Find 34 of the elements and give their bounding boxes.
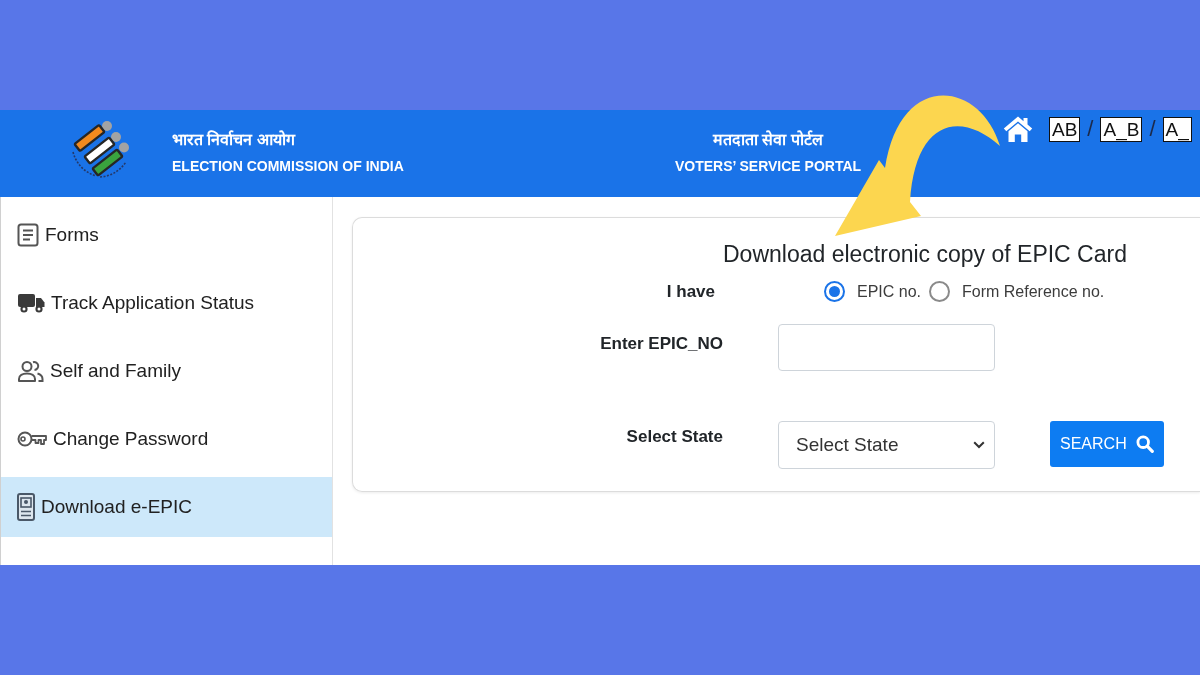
people-icon <box>17 360 44 382</box>
sidebar-item[interactable]: Forms <box>1 205 332 265</box>
form-title: Download electronic copy of EPIC Card <box>723 241 1127 267</box>
radio-label: EPIC no. <box>857 282 922 301</box>
home-icon[interactable] <box>1003 115 1033 143</box>
field-label: Select State <box>626 427 723 447</box>
text-size-button[interactable]: AB <box>1049 116 1081 142</box>
radio-button[interactable] <box>824 281 845 302</box>
field-label: I have <box>666 281 715 302</box>
separator-text: / <box>1149 117 1156 141</box>
text-size-button[interactable]: A_ <box>1162 116 1192 142</box>
text-size-button[interactable]: A_B <box>1100 116 1143 142</box>
field-label: Enter EPIC_NO <box>600 334 723 354</box>
epic-number-input[interactable] <box>778 324 995 371</box>
logo-icon <box>70 118 130 180</box>
truck-icon <box>17 292 45 314</box>
portal-name-hindi: मतदाता सेवा पोर्टल <box>713 130 823 150</box>
document-icon <box>17 223 39 247</box>
portal-name: VOTERS’ SERVICE PORTAL <box>674 158 862 174</box>
separator-text: / <box>1087 117 1094 141</box>
org-name: ELECTION COMMISSION OF INDIA <box>172 158 404 174</box>
sidebar-item[interactable]: Self and Family <box>1 341 332 401</box>
radio-label: Form Reference no. <box>962 282 1105 301</box>
org-name-hindi: भारत निर्वाचन आयोग <box>172 130 295 150</box>
search-icon <box>1135 435 1154 453</box>
search-button[interactable]: SEARCH <box>1050 421 1164 467</box>
radio-button[interactable] <box>929 281 951 302</box>
id-card-icon <box>17 493 35 521</box>
sidebar-item[interactable]: Track Application Status <box>1 273 332 333</box>
sidebar-item[interactable]: Download e-EPIC <box>1 477 332 537</box>
state-select[interactable]: Select State <box>778 421 995 469</box>
chevron-down-icon <box>973 441 985 449</box>
key-icon <box>17 430 47 448</box>
sidebar-item[interactable]: Change Password <box>1 409 332 469</box>
